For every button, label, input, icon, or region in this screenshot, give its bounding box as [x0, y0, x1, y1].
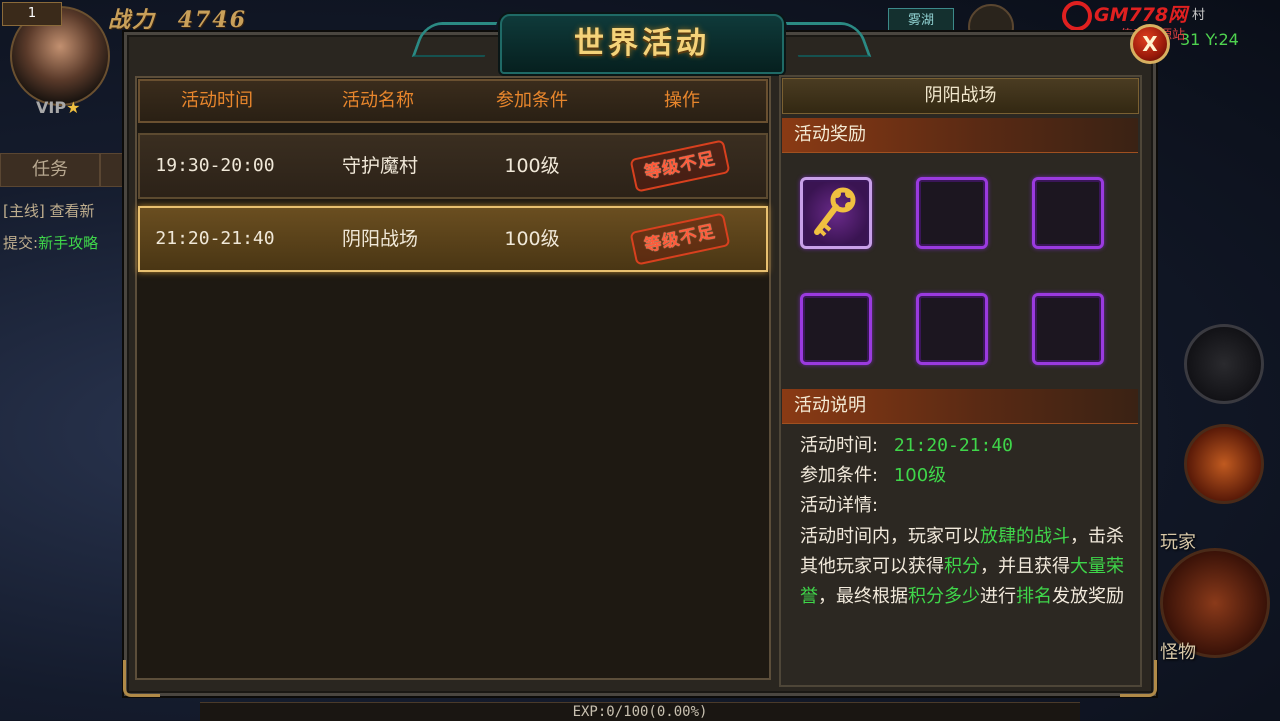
level-insufficient-stamp: 等级不足 [629, 139, 731, 193]
desc-text: 发放奖励 [1052, 586, 1124, 607]
combat-power-label: 战力 [108, 7, 157, 33]
detail-title: 阴阳战场 [782, 78, 1139, 114]
description-section-bar: 活动说明 [782, 389, 1138, 424]
desc-body: 活动时间内，玩家可以放肆的战斗，击杀其他玩家可以获得积分，并且获得大量荣誉，最终… [800, 522, 1126, 612]
target-monster-label[interactable]: 怪物 [1160, 638, 1196, 664]
title-ornament-left [411, 22, 498, 57]
desc-text: ，并且获得 [980, 556, 1070, 577]
map-name: 村 [1192, 8, 1206, 23]
desc-condition-line: 参加条件: 100级 [800, 461, 946, 487]
activity-list-header: 活动时间 活动名称 参加条件 操作 [138, 79, 768, 123]
combat-power-value: 4746 [177, 7, 247, 33]
quest-main[interactable]: [主线] 查看新 [3, 200, 95, 221]
team-tab[interactable] [100, 153, 124, 187]
header-action: 操作 [664, 90, 700, 111]
vip-badge[interactable]: VIP★ [36, 98, 80, 117]
fire-skill-icon[interactable] [1184, 424, 1264, 504]
dialog-title: 世界活动 [574, 26, 710, 61]
desc-highlight: 积分多少 [908, 586, 980, 607]
desc-condition-value: 100级 [893, 465, 947, 486]
quest-main-prefix: [主线] [3, 202, 45, 220]
close-button[interactable]: X [1130, 24, 1170, 64]
activity-row-selected[interactable]: 21:20-21:40 阴阳战场 100级 等级不足 [138, 206, 768, 272]
desc-highlight: 排名 [1016, 586, 1052, 607]
quest-submit-text: 新手攻略 [38, 234, 99, 252]
map-button[interactable]: 雾湖 [888, 8, 954, 34]
star-icon: ★ [66, 98, 81, 117]
desc-condition-label: 参加条件: [800, 465, 879, 486]
activity-row[interactable]: 19:30-20:00 守护魔村 100级 等级不足 [138, 133, 768, 199]
watermark-brand: GM778网 [1094, 4, 1188, 26]
row-condition: 100级 [504, 155, 560, 177]
coordinates: 31 Y:24 [1180, 30, 1239, 49]
dialog-title-banner: 世界活动 [500, 14, 784, 74]
skill-button[interactable] [1184, 324, 1264, 404]
golden-key-icon [814, 187, 856, 237]
reward-section-bar: 活动奖励 [782, 118, 1138, 153]
desc-detail-label: 活动详情: [800, 495, 879, 516]
combat-power: 战力 4746 [108, 2, 247, 34]
row-name: 阴阳战场 [341, 228, 418, 250]
header-time: 活动时间 [181, 90, 253, 111]
desc-highlight: 放肆的战斗 [980, 526, 1070, 547]
reward-slot-empty[interactable] [1032, 177, 1104, 249]
row-time: 21:20-21:40 [155, 228, 275, 249]
row-name: 守护魔村 [341, 155, 418, 177]
reward-slot-empty[interactable] [916, 293, 988, 365]
header-condition: 参加条件 [496, 90, 568, 111]
quest-submit-prefix: 提交: [3, 234, 39, 252]
reward-slot-empty[interactable] [800, 293, 872, 365]
header-name: 活动名称 [342, 90, 414, 111]
desc-text: 活动时间内，玩家可以 [800, 526, 980, 547]
reward-slot-empty[interactable] [1032, 293, 1104, 365]
exp-text: EXP:0/100(0.00%) [572, 704, 708, 720]
player-level-badge: 1 [2, 2, 62, 26]
desc-highlight: 积分 [944, 556, 980, 577]
reward-slot[interactable] [800, 177, 872, 249]
row-time: 19:30-20:00 [155, 155, 275, 176]
task-tab[interactable]: 任务 [0, 153, 100, 187]
exp-bar: EXP:0/100(0.00%) [200, 702, 1080, 721]
desc-time-label: 活动时间: [800, 435, 879, 456]
reward-section-label: 活动奖励 [794, 124, 866, 145]
level-insufficient-stamp: 等级不足 [629, 212, 731, 266]
quest-submit[interactable]: 提交:新手攻略 [3, 232, 98, 253]
desc-time-line: 活动时间: 21:20-21:40 [800, 431, 1013, 457]
desc-text: 进行 [980, 586, 1016, 607]
title-ornament-right [785, 22, 872, 57]
desc-time-value: 21:20-21:40 [893, 435, 1014, 456]
row-condition: 100级 [504, 228, 560, 250]
desc-text: ，最终根据 [818, 586, 908, 607]
reward-slot-empty[interactable] [916, 177, 988, 249]
quest-main-text: 查看新 [49, 202, 95, 220]
target-player-label[interactable]: 玩家 [1160, 528, 1196, 554]
vip-label: VIP [36, 98, 67, 117]
description-section-label: 活动说明 [794, 395, 866, 416]
